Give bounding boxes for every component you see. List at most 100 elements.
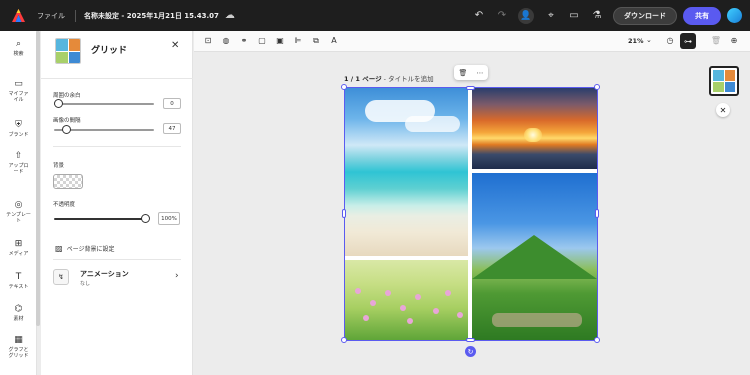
- rail-item-label: グラフとグリッド: [8, 347, 29, 359]
- panel-title: グリッド: [91, 46, 128, 56]
- page-layout-icon[interactable]: ⊶: [680, 33, 696, 49]
- floating-toolbar: 🗑 ⋯: [454, 65, 488, 80]
- rail-item-media[interactable]: ⊞ メディア: [0, 239, 37, 257]
- rail-item-label: マイファイル: [8, 91, 29, 103]
- close-icon[interactable]: ✕: [171, 40, 179, 51]
- download-button[interactable]: ダウンロード: [613, 6, 677, 25]
- grid-icon: ▦: [14, 335, 23, 345]
- square-icon[interactable]: ▢: [256, 35, 268, 47]
- close-icon[interactable]: ✕: [716, 103, 730, 117]
- outer-margin-value[interactable]: 0: [163, 98, 181, 109]
- top-bar: ファイル 名称未設定 - 2025年1月21日 15.43.07 ☁ ↶ ↷ 👤…: [0, 0, 750, 31]
- chevron-down-icon[interactable]: ⌄: [646, 36, 652, 44]
- zoom-level[interactable]: 21%: [628, 37, 644, 45]
- chevron-right-icon: ›: [175, 271, 179, 281]
- rail-item-upload[interactable]: ⇧ アップロード: [0, 151, 37, 175]
- opacity-label: 不透明度: [53, 202, 76, 208]
- rail-item-search[interactable]: ⌕ 検索: [0, 39, 37, 57]
- editor-toolbar: ⊡ ◍ ⚭ ▢ ▣ ⊫ ⧉ A 21% ⌄ ◷ ⊶ 🗑 ⊕: [194, 31, 750, 52]
- resize-handle[interactable]: [594, 337, 600, 343]
- redo-icon[interactable]: ↷: [496, 10, 508, 21]
- brand-icon: ⛨: [15, 120, 22, 130]
- flower-photo[interactable]: [345, 260, 468, 340]
- opacity-slider[interactable]: [54, 218, 146, 220]
- rail-item-my-files[interactable]: ▭ マイファイル: [0, 79, 37, 103]
- document-title[interactable]: 名称未設定 - 2025年1月21日 15.43.07: [84, 11, 219, 21]
- opacity-value[interactable]: 100%: [158, 212, 180, 225]
- share-button[interactable]: 共有: [683, 6, 721, 25]
- sunset-photo[interactable]: [472, 88, 597, 169]
- animation-row[interactable]: ↯ アニメーション なし ›: [53, 267, 183, 289]
- rail-item-label: 素材: [13, 316, 24, 322]
- translate-icon[interactable]: A: [328, 35, 340, 47]
- set-page-background-label: ページ背景に設定: [66, 246, 115, 253]
- location-pin-icon[interactable]: ⌖: [545, 10, 557, 21]
- resize-handle[interactable]: [595, 209, 599, 218]
- background-label: 背景: [53, 163, 65, 169]
- rail-item-label: アップロード: [8, 163, 29, 175]
- outer-margin-slider-thumb[interactable]: [54, 99, 63, 108]
- palette-icon[interactable]: ◍: [220, 35, 232, 47]
- layers-icon[interactable]: ⧉: [310, 35, 322, 47]
- left-rail: ⌕ 検索 ▭ マイファイル ⛨ ブランド ⇧ アップロード ◎ テンプレート ⊞…: [0, 31, 37, 375]
- grid-tool-icon[interactable]: ⊡: [202, 35, 214, 47]
- background-color-swatch[interactable]: [53, 174, 83, 189]
- rail-item-label: テキスト: [8, 284, 29, 290]
- rail-item-label: メディア: [8, 251, 29, 257]
- page-counter: 1 / 1 ページ: [344, 75, 382, 83]
- undo-icon[interactable]: ↶: [473, 10, 485, 21]
- resize-handle[interactable]: [341, 337, 347, 343]
- spacing-slider-thumb[interactable]: [62, 125, 71, 134]
- rotate-icon[interactable]: ↻: [465, 346, 476, 357]
- file-menu[interactable]: ファイル: [37, 11, 65, 21]
- elements-icon: ⌬: [14, 304, 23, 314]
- top-right-controls: ↶ ↷ 👤 ⌖ ▭ ⚗ ダウンロード 共有: [462, 0, 742, 31]
- page-title-label[interactable]: 1 / 1 ページ - タイトルを追加: [344, 73, 434, 83]
- upload-icon: ⇧: [14, 151, 23, 161]
- animation-icon: ↯: [53, 269, 69, 285]
- spacing-value[interactable]: 47: [163, 123, 181, 134]
- outer-margin-slider[interactable]: [54, 103, 154, 105]
- shapes-icon[interactable]: ⚭: [238, 35, 250, 47]
- beach-photo[interactable]: [345, 88, 468, 256]
- rail-item-brand[interactable]: ⛨ ブランド: [0, 120, 37, 138]
- rail-item-grids[interactable]: ▦ グラフとグリッド: [0, 335, 37, 359]
- app-logo[interactable]: [12, 9, 25, 22]
- comment-icon[interactable]: ▭: [568, 10, 580, 21]
- resize-handle[interactable]: [466, 86, 475, 90]
- background-fill-icon: ▨: [55, 244, 63, 253]
- resize-handle[interactable]: [341, 84, 347, 90]
- invite-user-icon[interactable]: 👤: [518, 7, 534, 24]
- opacity-slider-thumb[interactable]: [141, 214, 150, 223]
- delete-icon[interactable]: 🗑: [459, 69, 468, 77]
- text-icon: T: [15, 272, 22, 282]
- media-icon: ⊞: [14, 239, 23, 249]
- more-icon[interactable]: ⋯: [476, 69, 483, 77]
- beaker-icon[interactable]: ⚗: [591, 10, 603, 21]
- align-icon[interactable]: ⊫: [292, 35, 304, 47]
- rail-item-templates[interactable]: ◎ テンプレート: [0, 200, 37, 224]
- set-page-background-button[interactable]: ▨ ページ背景に設定: [55, 244, 114, 253]
- delete-icon[interactable]: 🗑: [710, 35, 722, 47]
- rail-item-label: 検索: [13, 51, 24, 57]
- resize-handle[interactable]: [466, 338, 475, 342]
- resize-handle[interactable]: [594, 84, 600, 90]
- rail-scrollbar[interactable]: [36, 31, 40, 326]
- rail-item-elements[interactable]: ⌬ 素材: [0, 304, 37, 322]
- frame-icon[interactable]: ▣: [274, 35, 286, 47]
- outer-margin-label: 周囲の余白: [53, 93, 81, 99]
- rail-item-text[interactable]: T テキスト: [0, 272, 37, 290]
- timer-icon[interactable]: ◷: [664, 35, 676, 47]
- avatar[interactable]: [727, 8, 742, 23]
- divider: [53, 259, 181, 260]
- mountain-photo[interactable]: [472, 173, 597, 340]
- divider: [53, 146, 181, 147]
- rail-item-label: テンプレート: [6, 212, 31, 224]
- grid-panel: グリッド ✕ 周囲の余白 0 画像の間隔 47 背景 不透明度 100% ▨ ペ…: [41, 31, 193, 375]
- resize-handle[interactable]: [342, 209, 346, 218]
- add-page-icon[interactable]: ⊕: [728, 35, 740, 47]
- grid-thumbnail: [55, 38, 81, 64]
- page-thumbnail[interactable]: [709, 66, 739, 96]
- search-icon: ⌕: [15, 39, 22, 49]
- spacing-label: 画像の間隔: [53, 118, 81, 124]
